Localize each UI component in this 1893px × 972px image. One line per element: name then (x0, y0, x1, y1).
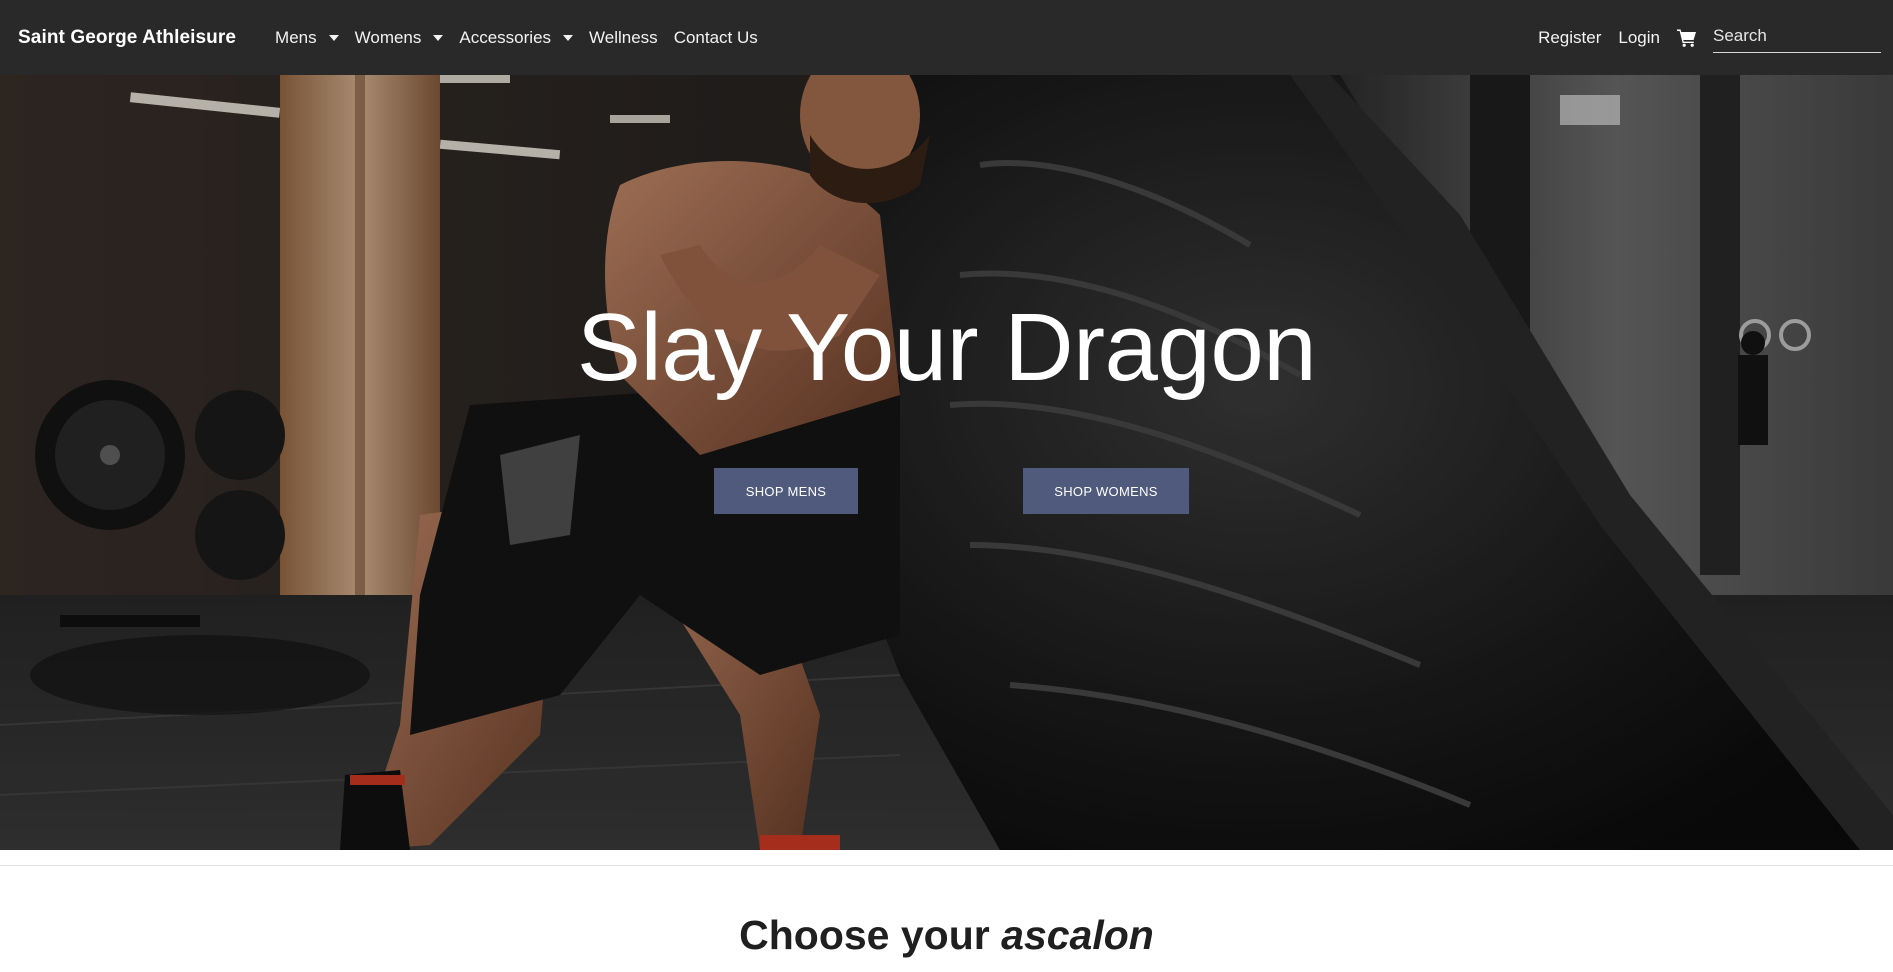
nav-item-mens-label: Mens (275, 27, 317, 47)
nav-item-wellness-label: Wellness (589, 27, 658, 47)
nav-item-womens-label: Womens (354, 27, 422, 47)
nav-item-womens[interactable]: Womens (355, 28, 444, 48)
section-heading-text: Choose your (739, 912, 990, 958)
login-link[interactable]: Login (1618, 28, 1660, 48)
search-input[interactable] (1713, 22, 1881, 48)
top-navbar: Saint George Athleisure Mens Womens Acce… (0, 0, 1893, 75)
main-menu: Mens Womens Accessories Wellness Contact… (275, 28, 774, 48)
nav-item-accessories[interactable]: Accessories (459, 27, 574, 48)
search-field-wrapper (1713, 22, 1881, 53)
chevron-down-icon (328, 35, 339, 41)
shop-womens-button[interactable]: SHOP WOMENS (1023, 468, 1189, 514)
brand-logo-link[interactable]: Saint George Athleisure (18, 27, 236, 49)
hero-gym-photo (0, 75, 1893, 850)
nav-item-contact-us-label: Contact Us (673, 27, 758, 47)
nav-item-mens[interactable]: Mens (275, 28, 339, 48)
account-menu: Register Login (1538, 22, 1881, 53)
shop-mens-button[interactable]: SHOP MENS (714, 468, 858, 514)
section-divider (0, 865, 1893, 866)
section-heading-emphasis: ascalon (1001, 912, 1154, 958)
hero-banner: Slay Your Dragon SHOP MENS SHOP WOMENS (0, 75, 1893, 850)
nav-item-wellness[interactable]: Wellness (589, 28, 658, 48)
chevron-down-icon (563, 35, 574, 41)
hero-title: Slay Your Dragon (576, 294, 1317, 401)
shopping-cart-icon[interactable] (1677, 28, 1697, 48)
section-heading: Choose your ascalon (0, 915, 1893, 956)
nav-item-contact-us[interactable]: Contact Us (674, 28, 758, 48)
register-link[interactable]: Register (1538, 28, 1601, 48)
nav-item-accessories-label: Accessories (459, 27, 552, 47)
chevron-down-icon (433, 35, 444, 41)
